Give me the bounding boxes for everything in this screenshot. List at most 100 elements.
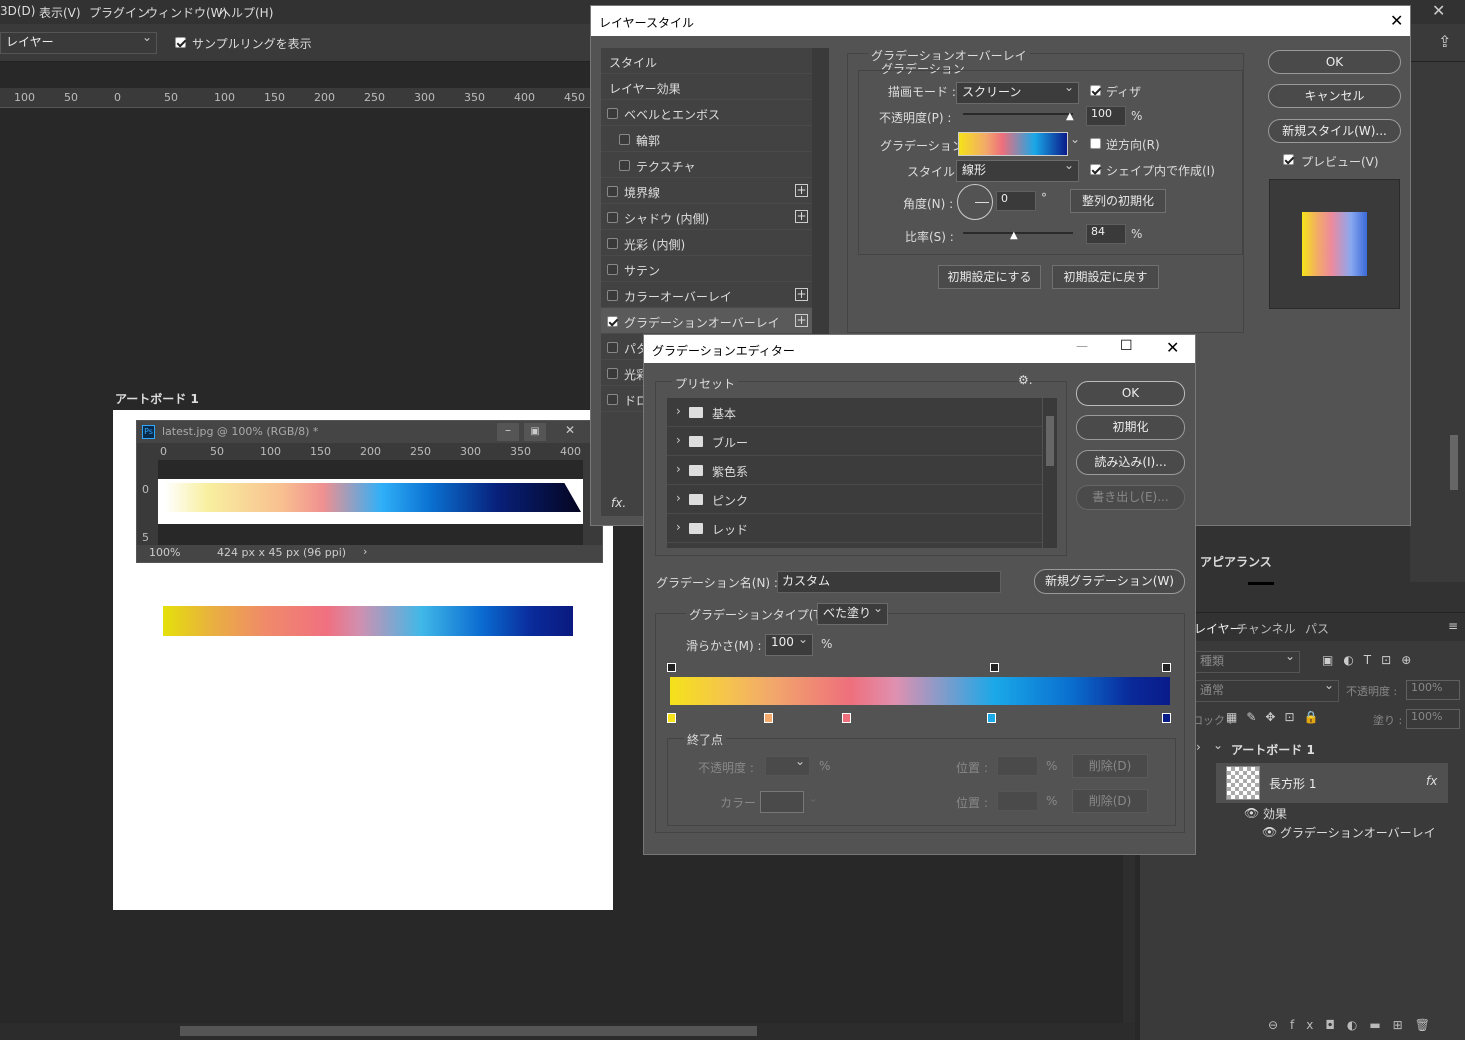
gradient-type-select[interactable]: べた塗り <box>817 601 888 625</box>
ge-close-icon[interactable]: ✕ <box>1166 338 1179 357</box>
scale-input[interactable]: 84 <box>1086 224 1126 244</box>
layer-select[interactable]: レイヤー <box>0 30 157 54</box>
style-checkbox[interactable] <box>607 212 618 223</box>
style-list-item[interactable]: スタイル <box>601 48 812 74</box>
color-stop[interactable] <box>842 713 851 723</box>
stop-opacity-select[interactable] <box>765 754 810 776</box>
gradient-dropdown-icon[interactable]: ⌄ <box>1070 132 1080 146</box>
layer-filter-select[interactable]: 種類 <box>1194 649 1300 673</box>
show-ring-checkbox[interactable] <box>175 37 186 48</box>
maximize-icon[interactable]: ▣ <box>524 423 546 441</box>
opacity-slider-thumb[interactable]: ▲ <box>1066 111 1074 122</box>
menu-item-view[interactable]: 表示(V) <box>39 4 81 21</box>
effects-eye-icon[interactable]: 👁 <box>1244 806 1259 820</box>
gradient-swatch[interactable] <box>958 132 1068 156</box>
preset-folder[interactable]: › 紫色系 <box>667 456 1042 485</box>
color-stop[interactable] <box>764 713 773 723</box>
doc-zoom[interactable]: 100% <box>149 546 180 559</box>
stop-color-position-input[interactable] <box>997 791 1038 811</box>
blend-mode-select[interactable]: 通常 <box>1194 678 1339 702</box>
style-list-item[interactable]: 輪郭 <box>601 126 812 152</box>
preview-checkbox[interactable] <box>1283 154 1294 165</box>
hscroll-thumb[interactable] <box>180 1026 757 1036</box>
style-checkbox[interactable] <box>619 134 630 145</box>
shape-layer-row[interactable]: 長方形 1 fx <box>1216 763 1448 803</box>
fill-input[interactable]: 100% <box>1406 709 1460 729</box>
style-checkbox[interactable] <box>607 316 618 327</box>
doc-info-arrow-icon[interactable]: › <box>363 545 367 558</box>
color-stop[interactable] <box>1162 713 1171 723</box>
new-style-button[interactable]: 新規スタイル(W)... <box>1268 119 1401 143</box>
angle-input[interactable]: 0 <box>996 191 1036 211</box>
gradient-name-input[interactable]: カスタム <box>777 571 1001 593</box>
style-list-item[interactable]: レイヤー効果 <box>601 74 812 100</box>
style-list-item[interactable]: テクスチャ <box>601 152 812 178</box>
style-list-item[interactable]: 光彩 (内側) <box>601 230 812 256</box>
color-stop[interactable] <box>987 713 996 723</box>
gradient-rectangle[interactable] <box>163 606 573 636</box>
opacity-slider[interactable] <box>963 113 1073 115</box>
chevron-right-icon[interactable]: › <box>676 520 681 534</box>
align-checkbox[interactable] <box>1090 164 1101 175</box>
add-effect-icon[interactable]: + <box>795 288 808 301</box>
filter-icons[interactable]: ▣◐T⊡⊕ <box>1322 653 1421 667</box>
make-default-button[interactable]: 初期設定にする <box>938 265 1041 289</box>
style-checkbox[interactable] <box>607 394 618 405</box>
new-gradient-button[interactable]: 新規グラデーション(W) <box>1034 569 1185 594</box>
tab-channels[interactable]: チャンネル <box>1236 620 1296 637</box>
tab-layers[interactable]: レイヤー <box>1194 620 1242 637</box>
add-effect-icon[interactable]: + <box>795 314 808 327</box>
style-list-item[interactable]: サテン <box>601 256 812 282</box>
ge-ok-button[interactable]: OK <box>1076 381 1185 406</box>
opacity-stop-left[interactable] <box>667 663 676 672</box>
chevron-right-icon[interactable]: › <box>676 491 681 505</box>
style-checkbox[interactable] <box>607 264 618 275</box>
scale-slider[interactable] <box>963 232 1073 234</box>
reset-default-button[interactable]: 初期設定に戻す <box>1052 265 1159 289</box>
cancel-button[interactable]: キャンセル <box>1268 84 1401 108</box>
angle-dial[interactable] <box>957 184 993 220</box>
minimize-icon[interactable]: – <box>497 423 519 441</box>
fx-icon[interactable]: fx <box>1426 774 1437 788</box>
fx-menu-icon[interactable]: fx. <box>611 496 626 510</box>
expand-icon[interactable]: › <box>1196 740 1201 754</box>
style-checkbox[interactable] <box>619 160 630 171</box>
style-checkbox[interactable] <box>607 238 618 249</box>
preset-folder[interactable]: › 基本 <box>667 398 1042 427</box>
presets-scrollbar[interactable] <box>1043 398 1057 548</box>
ge-minimize-icon[interactable]: — <box>1076 339 1088 353</box>
preset-folder[interactable]: › ブルー <box>667 427 1042 456</box>
style-select[interactable]: 線形 <box>956 158 1079 182</box>
panel-menu-icon[interactable]: ≡ <box>1448 619 1458 633</box>
presets-gear-icon[interactable]: ⚙. <box>1018 373 1033 387</box>
chevron-right-icon[interactable]: › <box>676 433 681 447</box>
opacity-stop-mid[interactable] <box>990 663 999 672</box>
ok-button[interactable]: OK <box>1268 50 1401 74</box>
style-list-item[interactable]: 境界線 + <box>601 178 812 204</box>
style-checkbox[interactable] <box>607 186 618 197</box>
presets-scroll-thumb[interactable] <box>1046 416 1054 466</box>
ge-load-button[interactable]: 読み込み(I)... <box>1076 450 1185 475</box>
reset-align-button[interactable]: 整列の初期化 <box>1070 189 1166 213</box>
style-list-item[interactable]: シャドウ (内側) + <box>601 204 812 230</box>
chevron-right-icon[interactable]: › <box>676 404 681 418</box>
menu-item-help[interactable]: ヘルプ(H) <box>219 4 273 21</box>
dither-checkbox[interactable] <box>1090 85 1101 96</box>
color-stop[interactable] <box>667 713 676 723</box>
tab-paths[interactable]: パス <box>1305 620 1329 637</box>
lock-icons[interactable]: ▦✎✥⊡🔒 <box>1226 710 1327 724</box>
ge-reset-button[interactable]: 初期化 <box>1076 415 1185 440</box>
opacity-stop-right[interactable] <box>1162 663 1171 672</box>
scale-slider-thumb[interactable]: ▲ <box>1010 230 1018 241</box>
layer-opacity-input[interactable]: 100% <box>1406 680 1460 700</box>
artboard-layer-row[interactable]: › ⌄ アートボード 1 <box>1178 738 1448 760</box>
ge-export-button[interactable]: 書き出し(E)... <box>1076 485 1185 510</box>
effect-eye-icon[interactable]: 👁 <box>1262 825 1277 839</box>
app-close-icon[interactable]: ✕ <box>1432 1 1445 20</box>
chevron-right-icon[interactable]: › <box>676 462 681 476</box>
stop-color-dropdown-icon[interactable]: ⌄ <box>808 791 818 805</box>
vscroll-thumb[interactable] <box>1450 435 1458 490</box>
share-icon[interactable]: ⇪ <box>1438 32 1451 51</box>
blend-select[interactable]: スクリーン <box>956 80 1079 104</box>
reverse-checkbox[interactable] <box>1090 138 1101 149</box>
